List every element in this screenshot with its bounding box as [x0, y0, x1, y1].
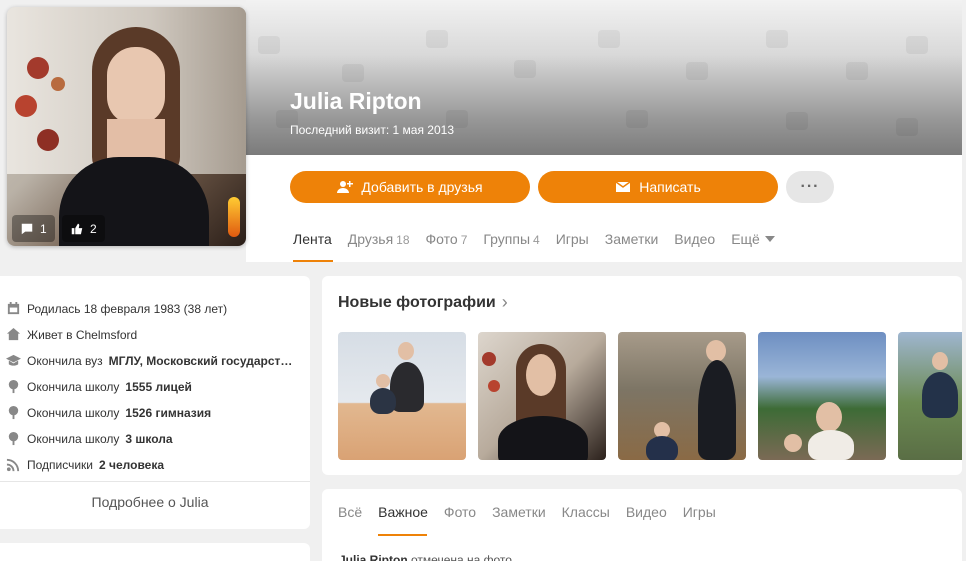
avatar-likes-count: 2 — [90, 221, 97, 236]
new-photos-title[interactable]: Новые фотографии › — [338, 292, 508, 313]
photos-count: 7 — [460, 233, 468, 247]
avatar-comments-count: 1 — [40, 221, 47, 236]
groups-count: 4 — [533, 233, 540, 247]
feed-tab-games[interactable]: Игры — [683, 504, 716, 520]
more-about-link[interactable]: Подробнее о Julia — [0, 494, 300, 510]
profile-page: Julia Ripton Последний визит: 1 мая 2013… — [0, 0, 966, 561]
tab-notes[interactable]: Заметки — [605, 231, 659, 247]
active-tab-indicator — [293, 260, 333, 262]
feed-panel: Всё Важное Фото Заметки Классы Видео Игр… — [322, 489, 962, 561]
info-birth: Родилась 18 февраля 1983 (38 лет) — [6, 301, 227, 316]
rss-icon — [6, 458, 20, 472]
tab-more[interactable]: Ещё — [731, 231, 775, 247]
chevron-right-icon: › — [501, 292, 508, 312]
tab-groups[interactable]: Группы 4 — [483, 231, 539, 247]
feed-tab-classes[interactable]: Классы — [562, 504, 610, 520]
info-school-1[interactable]: Окончила школу 1555 лицей — [6, 379, 192, 394]
new-photos-panel: Новые фотографии › — [322, 276, 962, 475]
tab-video[interactable]: Видео — [674, 231, 715, 247]
more-dots-icon: ··· — [800, 178, 820, 195]
mail-icon — [615, 181, 631, 192]
tab-games[interactable]: Игры — [556, 231, 589, 247]
avatar[interactable]: 1 2 — [7, 7, 246, 246]
add-user-icon — [337, 181, 354, 193]
graduation-cap-icon — [6, 354, 21, 366]
tab-photos[interactable]: Фото 7 — [426, 231, 468, 247]
last-visit: Последний визит: 1 мая 2013 — [290, 123, 454, 137]
comment-icon — [21, 223, 33, 234]
feed-tab-notes[interactable]: Заметки — [492, 504, 546, 520]
info-university[interactable]: Окончила вуз МГЛУ, Московский государст… — [6, 353, 292, 368]
home-icon — [6, 327, 21, 341]
school-icon — [8, 431, 19, 446]
school-icon — [8, 379, 19, 394]
photo-thumbnail[interactable] — [898, 332, 962, 460]
feed-tab-all[interactable]: Всё — [338, 504, 362, 520]
feed-item-author[interactable]: Julia Ripton — [339, 553, 408, 561]
feed-active-tab-indicator — [378, 534, 427, 536]
info-subscribers[interactable]: Подписчики 2 человека — [6, 457, 164, 472]
profile-info-panel: Родилась 18 февраля 1983 (38 лет) Живет … — [0, 276, 310, 529]
chevron-down-icon — [764, 236, 775, 242]
more-actions-button[interactable]: ··· — [786, 171, 834, 203]
add-friend-label: Добавить в друзья — [361, 179, 483, 195]
thumbs-up-icon — [71, 223, 83, 234]
write-message-button[interactable]: Написать — [538, 171, 778, 203]
profile-name: Julia Ripton — [290, 88, 422, 114]
info-divider — [0, 481, 310, 482]
friends-count: 18 — [396, 233, 410, 247]
feed-item-note: Julia Ripton отмечена на фото — [339, 553, 512, 561]
photo-thumbnail[interactable] — [618, 332, 746, 460]
photo-thumbnail[interactable] — [338, 332, 466, 460]
tab-feed[interactable]: Лента — [293, 231, 332, 247]
info-school-3[interactable]: Окончила школу 3 школа — [6, 431, 173, 446]
tab-friends[interactable]: Друзья 18 — [348, 231, 410, 247]
feed-tab-photo[interactable]: Фото — [444, 504, 476, 520]
avatar-comments-badge[interactable]: 1 — [12, 215, 55, 242]
calendar-icon — [7, 301, 20, 315]
avatar-likes-badge[interactable]: 2 — [62, 215, 105, 242]
feed-tab-important[interactable]: Важное — [378, 504, 428, 520]
feed-filter-tabs: Всё Важное Фото Заметки Классы Видео Игр… — [338, 504, 732, 520]
feed-tab-video[interactable]: Видео — [626, 504, 667, 520]
flowers-decoration — [7, 47, 77, 177]
school-icon — [8, 405, 19, 420]
photo-thumbnail[interactable] — [758, 332, 886, 460]
secondary-info-panel — [0, 543, 310, 561]
profile-nav: Лента Друзья 18 Фото 7 Группы 4 Игры Заметк… — [293, 231, 791, 247]
add-friend-button[interactable]: Добавить в друзья — [290, 171, 530, 203]
photo-thumbnail[interactable] — [478, 332, 606, 460]
write-message-label: Написать — [639, 179, 701, 195]
info-school-2[interactable]: Окончила школу 1526 гимназия — [6, 405, 211, 420]
info-lives: Живет в Chelmsford — [6, 327, 137, 342]
